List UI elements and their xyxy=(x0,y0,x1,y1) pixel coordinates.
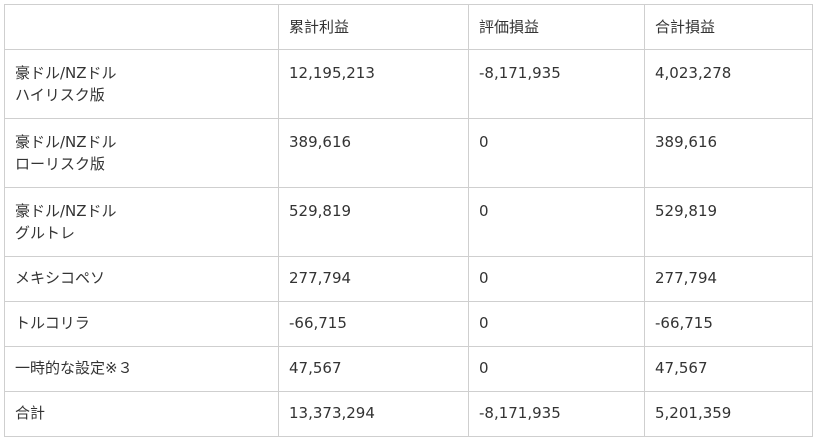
row-label: 合計 xyxy=(4,391,279,437)
cumulative-profit-cell: 13,373,294 xyxy=(278,391,469,437)
table-row: 豪ドル/NZドル グルトレ 529,819 0 529,819 xyxy=(4,187,813,257)
total-pnl-cell: 389,616 xyxy=(644,118,813,188)
cumulative-profit-cell: 529,819 xyxy=(278,187,469,257)
unrealized-pnl-cell: -8,171,935 xyxy=(468,391,645,437)
unrealized-pnl-cell: 0 xyxy=(468,256,645,302)
header-cell-unrealized-pnl: 評価損益 xyxy=(468,4,645,50)
cumulative-profit-cell: 277,794 xyxy=(278,256,469,302)
table-row-total: 合計 13,373,294 -8,171,935 5,201,359 xyxy=(4,391,813,437)
cumulative-profit-cell: 47,567 xyxy=(278,346,469,392)
table-row: 豪ドル/NZドル ローリスク版 389,616 0 389,616 xyxy=(4,118,813,188)
row-label: 一時的な設定※３ xyxy=(4,346,279,392)
header-cell-label xyxy=(4,4,279,50)
header-cell-total-pnl: 合計損益 xyxy=(644,4,813,50)
row-label: 豪ドル/NZドル グルトレ xyxy=(4,187,279,257)
row-label: トルコリラ xyxy=(4,301,279,347)
row-label-line: ハイリスク版 xyxy=(15,86,105,104)
header-cell-cumulative-profit: 累計利益 xyxy=(278,4,469,50)
row-label-line: グルトレ xyxy=(15,224,76,242)
table-row: 一時的な設定※３ 47,567 0 47,567 xyxy=(4,346,813,392)
unrealized-pnl-cell: 0 xyxy=(468,118,645,188)
row-label: 豪ドル/NZドル ローリスク版 xyxy=(4,118,279,188)
total-pnl-cell: 5,201,359 xyxy=(644,391,813,437)
total-pnl-cell: 529,819 xyxy=(644,187,813,257)
cumulative-profit-cell: -66,715 xyxy=(278,301,469,347)
table-row: 豪ドル/NZドル ハイリスク版 12,195,213 -8,171,935 4,… xyxy=(4,49,813,119)
total-pnl-cell: 277,794 xyxy=(644,256,813,302)
table-row: トルコリラ -66,715 0 -66,715 xyxy=(4,301,813,347)
row-label: 豪ドル/NZドル ハイリスク版 xyxy=(4,49,279,119)
cumulative-profit-cell: 12,195,213 xyxy=(278,49,469,119)
row-label: メキシコペソ xyxy=(4,256,279,302)
unrealized-pnl-cell: 0 xyxy=(468,187,645,257)
cumulative-profit-cell: 389,616 xyxy=(278,118,469,188)
unrealized-pnl-cell: 0 xyxy=(468,346,645,392)
total-pnl-cell: -66,715 xyxy=(644,301,813,347)
table-header-row: 累計利益 評価損益 合計損益 xyxy=(4,4,813,50)
table-row: メキシコペソ 277,794 0 277,794 xyxy=(4,256,813,302)
unrealized-pnl-cell: -8,171,935 xyxy=(468,49,645,119)
unrealized-pnl-cell: 0 xyxy=(468,301,645,347)
row-label-line: 豪ドル/NZドル xyxy=(15,64,117,82)
row-label-line: 豪ドル/NZドル xyxy=(15,202,117,220)
total-pnl-cell: 4,023,278 xyxy=(644,49,813,119)
row-label-line: ローリスク版 xyxy=(15,155,106,173)
row-label-line: 豪ドル/NZドル xyxy=(15,133,117,151)
total-pnl-cell: 47,567 xyxy=(644,346,813,392)
profit-loss-table: 累計利益 評価損益 合計損益 豪ドル/NZドル ハイリスク版 12,195,21… xyxy=(4,4,813,437)
